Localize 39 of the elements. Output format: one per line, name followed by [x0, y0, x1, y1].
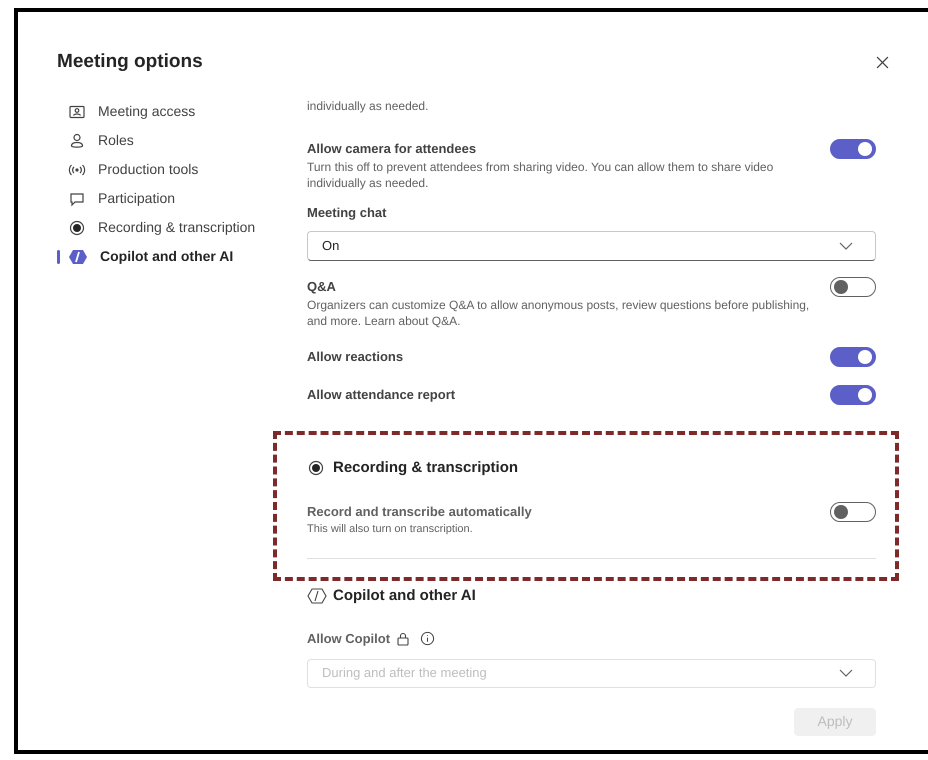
setting-label: Allow reactions: [307, 348, 404, 366]
person-icon: [68, 132, 86, 150]
toggle-switch[interactable]: [830, 502, 876, 522]
toggle-switch[interactable]: [830, 138, 876, 158]
setting-description: Turn this off to prevent attendees from sharing video. You can allow them to share video individually as needed.: [307, 159, 774, 191]
chevron-down-icon: [839, 669, 853, 677]
copilot-icon: [68, 248, 88, 266]
section-heading: Copilot and other AI: [333, 586, 476, 606]
setting-label: Q&A: [307, 278, 337, 296]
record-icon: [68, 218, 86, 236]
nav-item[interactable]: Copilot and other AI: [100, 246, 234, 267]
chat-dropdown[interactable]: On: [307, 230, 876, 260]
nav-item[interactable]: Meeting access: [98, 101, 196, 122]
dropdown-value: During and after the meeting: [322, 664, 487, 682]
nav-item[interactable]: Recording & transcription: [98, 217, 256, 238]
setting-description: This will also turn on transcription.: [307, 522, 474, 537]
dropdown-value: On: [322, 236, 340, 255]
setting-label: Meeting chat: [307, 204, 388, 222]
selection-indicator: [57, 250, 60, 264]
close-icon: [876, 56, 888, 69]
info-icon[interactable]: [420, 631, 436, 646]
nav-item[interactable]: Production tools: [98, 159, 198, 180]
setting-label: Allow camera for attendees: [307, 140, 478, 158]
record-icon: [307, 459, 325, 478]
section-heading: Recording & transcription: [333, 458, 518, 478]
setting-description: individually as needed.: [307, 98, 430, 114]
toggle-switch[interactable]: [830, 276, 876, 296]
setting-label: Allow attendance report: [307, 386, 456, 404]
toggle-switch[interactable]: [830, 347, 876, 367]
setting-label: Allow Copilot: [307, 630, 390, 648]
lock-icon: [396, 632, 410, 646]
copilot-outline-icon: [307, 586, 327, 605]
chevron-down-icon: [839, 242, 853, 250]
dialog-title: Meeting options: [57, 50, 203, 74]
setting-label: Record and transcribe automatically: [307, 502, 532, 521]
toggle-switch[interactable]: [830, 385, 876, 405]
setting-description: Organizers can customize Q&A to allow anonymous posts, review questions before publishing, and more. Learn about Q&A.: [307, 297, 810, 329]
nav-item[interactable]: Roles: [98, 130, 134, 151]
nav-item[interactable]: Participation: [98, 188, 176, 209]
